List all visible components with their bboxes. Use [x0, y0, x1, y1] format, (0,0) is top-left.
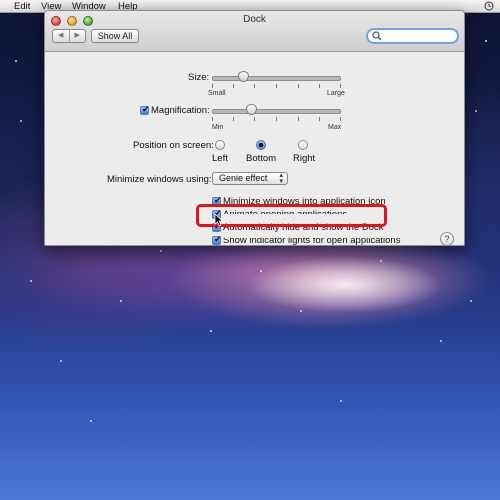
popup-arrows-icon: ▴ ▾: [279, 172, 283, 185]
size-max-label: Large: [327, 90, 345, 97]
size-slider[interactable]: [212, 76, 341, 81]
chevron-right-icon[interactable]: ▶: [68, 30, 86, 42]
position-bottom-radio[interactable]: [256, 140, 266, 150]
chevron-left-icon[interactable]: ◀: [53, 30, 69, 42]
highlight-box: [196, 204, 387, 227]
mouse-pointer-icon: [214, 213, 224, 227]
menu-edit[interactable]: Edit: [14, 0, 30, 13]
magnifier-icon: [372, 31, 382, 41]
back-forward-buttons: ◀ ▶: [52, 29, 86, 43]
search-input[interactable]: [366, 28, 459, 44]
title-bar: Dock ◀ ▶ Show All: [45, 11, 464, 52]
position-left-radio[interactable]: [215, 140, 225, 150]
magnification-label: Magnification:: [151, 105, 210, 116]
magnification-checkbox[interactable]: ✔: [140, 104, 150, 115]
magnification-min-label: Min: [212, 124, 224, 131]
position-bottom-label: Bottom: [246, 153, 277, 164]
minimize-effect-popup[interactable]: Genie effect ▴ ▾: [212, 172, 288, 185]
help-button[interactable]: ?: [440, 232, 454, 245]
magnification-ticks: [212, 117, 341, 121]
size-label: Size:: [188, 72, 210, 83]
size-min-label: Small: [208, 90, 226, 97]
position-label: Position on screen:: [133, 140, 214, 151]
position-right-label: Right: [293, 153, 316, 164]
minimize-using-label: Minimize windows using:: [107, 174, 212, 185]
size-ticks: [212, 84, 341, 88]
indicator-lights-label: Show indicator lights for open applicati…: [223, 235, 401, 246]
window-title: Dock: [243, 14, 266, 25]
magnification-max-label: Max: [328, 124, 342, 131]
show-all-button[interactable]: Show All: [91, 29, 139, 43]
time-machine-icon[interactable]: [484, 1, 494, 11]
position-right-radio[interactable]: [298, 140, 308, 150]
position-left-label: Left: [212, 153, 228, 164]
minimize-effect-value: Genie effect: [219, 173, 268, 183]
magnification-slider[interactable]: [212, 109, 341, 114]
indicator-lights-checkbox[interactable]: ✔: [212, 234, 222, 245]
